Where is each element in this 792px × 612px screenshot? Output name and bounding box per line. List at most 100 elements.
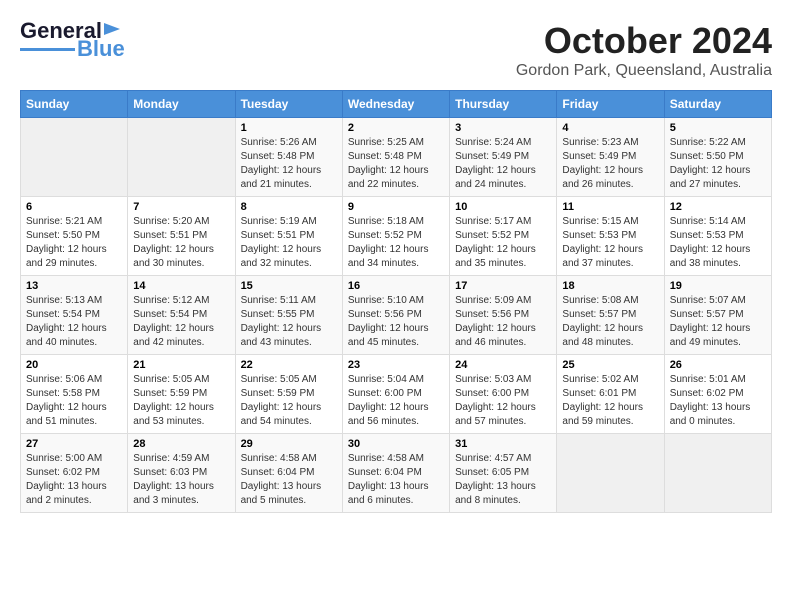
sunset-text: Sunset: 5:53 PM bbox=[562, 230, 636, 241]
daylight-text: Daylight: 12 hours and 40 minutes. bbox=[26, 323, 107, 348]
daylight-text: Daylight: 12 hours and 59 minutes. bbox=[562, 402, 643, 427]
daylight-text: Daylight: 13 hours and 6 minutes. bbox=[348, 481, 429, 506]
day-info: Sunrise: 5:17 AMSunset: 5:52 PMDaylight:… bbox=[455, 215, 551, 271]
day-info: Sunrise: 5:09 AMSunset: 5:56 PMDaylight:… bbox=[455, 294, 551, 350]
col-header-monday: Monday bbox=[128, 91, 235, 118]
sunrise-text: Sunrise: 5:04 AM bbox=[348, 374, 424, 385]
sunrise-text: Sunrise: 5:25 AM bbox=[348, 137, 424, 148]
day-cell: 14Sunrise: 5:12 AMSunset: 5:54 PMDayligh… bbox=[128, 276, 235, 355]
day-info: Sunrise: 5:15 AMSunset: 5:53 PMDaylight:… bbox=[562, 215, 658, 271]
day-cell: 21Sunrise: 5:05 AMSunset: 5:59 PMDayligh… bbox=[128, 355, 235, 434]
day-cell: 13Sunrise: 5:13 AMSunset: 5:54 PMDayligh… bbox=[21, 276, 128, 355]
daylight-text: Daylight: 12 hours and 24 minutes. bbox=[455, 165, 536, 190]
sunset-text: Sunset: 6:04 PM bbox=[241, 467, 315, 478]
sunrise-text: Sunrise: 5:22 AM bbox=[670, 137, 746, 148]
sunset-text: Sunset: 5:48 PM bbox=[348, 151, 422, 162]
day-cell: 24 Sunrise: 5:03 AMSunset: 6:00 PMDayligh… bbox=[450, 355, 557, 434]
day-cell: 3Sunrise: 5:24 AMSunset: 5:49 PMDaylight… bbox=[450, 118, 557, 197]
sunset-text: Sunset: 5:48 PM bbox=[241, 151, 315, 162]
sunrise-text: Sunrise: 5:14 AM bbox=[670, 216, 746, 227]
day-cell: 23Sunrise: 5:04 AMSunset: 6:00 PMDayligh… bbox=[342, 355, 449, 434]
daylight-text: Daylight: 12 hours and 21 minutes. bbox=[241, 165, 322, 190]
sunset-text: Sunset: 5:54 PM bbox=[26, 309, 100, 320]
daylight-text: Daylight: 12 hours and 32 minutes. bbox=[241, 244, 322, 269]
day-number: 24 bbox=[455, 359, 551, 371]
sunrise-text: Sunrise: 4:58 AM bbox=[241, 453, 317, 464]
day-cell: 16 Sunrise: 5:10 AM Sunset: 5:56 PM Dayligh… bbox=[342, 276, 449, 355]
daylight-text: Daylight: 13 hours and 5 minutes. bbox=[241, 481, 322, 506]
day-info: Sunrise: 5:21 AMSunset: 5:50 PMDaylight:… bbox=[26, 215, 122, 271]
sunset-text: Sunset: 5:50 PM bbox=[26, 230, 100, 241]
day-cell bbox=[21, 118, 128, 197]
day-info: Sunrise: 5:12 AMSunset: 5:54 PMDaylight:… bbox=[133, 294, 229, 350]
sunrise-text: Sunrise: 5:00 AM bbox=[26, 453, 102, 464]
day-cell: 19Sunrise: 5:07 AMSunset: 5:57 PMDayligh… bbox=[664, 276, 771, 355]
day-number: 1 bbox=[241, 122, 337, 134]
page-subtitle: Gordon Park, Queensland, Australia bbox=[516, 62, 772, 80]
day-number: 8 bbox=[241, 201, 337, 213]
sunrise-text: Sunrise: 5:18 AM bbox=[348, 216, 424, 227]
day-number: 15 bbox=[241, 280, 337, 292]
daylight-text: Daylight: 12 hours and 26 minutes. bbox=[562, 165, 643, 190]
sunset-text: Sunset: 5:52 PM bbox=[348, 230, 422, 241]
day-number: 18 bbox=[562, 280, 658, 292]
daylight-text: Daylight: 13 hours and 3 minutes. bbox=[133, 481, 214, 506]
day-number: 2 bbox=[348, 122, 444, 134]
day-number: 12 bbox=[670, 201, 766, 213]
day-cell: 2 Sunrise: 5:25 AM Sunset: 5:48 PM Daylight… bbox=[342, 118, 449, 197]
day-info: Sunrise: 4:58 AM Sunset: 6:04 PM Daylight:… bbox=[241, 452, 337, 508]
page-header: General Blue October 2024 Gordon Park, Q… bbox=[20, 20, 772, 80]
day-info: Sunrise: 5:19 AMSunset: 5:51 PMDaylight:… bbox=[241, 215, 337, 271]
sunset-text: Sunset: 5:54 PM bbox=[133, 309, 207, 320]
day-cell: 15 Sunrise: 5:11 AMSunset: 5:55 PMDayligh… bbox=[235, 276, 342, 355]
week-row-3: 13Sunrise: 5:13 AMSunset: 5:54 PMDayligh… bbox=[21, 276, 772, 355]
day-info: Sunrise: 5:14 AMSunset: 5:53 PMDaylight:… bbox=[670, 215, 766, 271]
day-info: Sunrise: 5:18 AMSunset: 5:52 PMDaylight:… bbox=[348, 215, 444, 271]
day-number: 19 bbox=[670, 280, 766, 292]
sunrise-text: Sunrise: 5:12 AM bbox=[133, 295, 209, 306]
day-number: 22 bbox=[241, 359, 337, 371]
header-row: SundayMondayTuesdayWednesdayThursdayFrid… bbox=[21, 91, 772, 118]
day-number: 26 bbox=[670, 359, 766, 371]
calendar-table: SundayMondayTuesdayWednesdayThursdayFrid… bbox=[20, 90, 772, 513]
day-info: Sunrise: 5:26 AM Sunset: 5:48 PM Daylight:… bbox=[241, 136, 337, 192]
day-number: 5 bbox=[670, 122, 766, 134]
day-cell: 27Sunrise: 5:00 AMSunset: 6:02 PMDayligh… bbox=[21, 434, 128, 513]
sunset-text: Sunset: 5:56 PM bbox=[348, 309, 422, 320]
sunrise-text: Sunrise: 5:10 AM bbox=[348, 295, 424, 306]
sunrise-text: Sunrise: 5:06 AM bbox=[26, 374, 102, 385]
day-info: Sunrise: 5:11 AMSunset: 5:55 PMDaylight:… bbox=[241, 294, 337, 350]
day-number: 17 bbox=[455, 280, 551, 292]
daylight-text: Daylight: 12 hours and 45 minutes. bbox=[348, 323, 429, 348]
col-header-saturday: Saturday bbox=[664, 91, 771, 118]
day-info: Sunrise: 5:25 AM Sunset: 5:48 PM Daylight:… bbox=[348, 136, 444, 192]
day-cell: 8 Sunrise: 5:19 AMSunset: 5:51 PMDaylight… bbox=[235, 197, 342, 276]
sunrise-text: Sunrise: 5:26 AM bbox=[241, 137, 317, 148]
day-cell bbox=[128, 118, 235, 197]
day-info: Sunrise: 5:03 AMSunset: 6:00 PMDaylight:… bbox=[455, 373, 551, 429]
day-cell: 18Sunrise: 5:08 AMSunset: 5:57 PMDayligh… bbox=[557, 276, 664, 355]
daylight-text: Daylight: 13 hours and 2 minutes. bbox=[26, 481, 107, 506]
sunset-text: Sunset: 5:52 PM bbox=[455, 230, 529, 241]
day-info: Sunrise: 5:23 AMSunset: 5:49 PMDaylight:… bbox=[562, 136, 658, 192]
sunset-text: Sunset: 5:53 PM bbox=[670, 230, 744, 241]
daylight-text: Daylight: 12 hours and 51 minutes. bbox=[26, 402, 107, 427]
day-info: Sunrise: 5:01 AMSunset: 6:02 PMDaylight:… bbox=[670, 373, 766, 429]
sunrise-text: Sunrise: 5:05 AM bbox=[133, 374, 209, 385]
week-row-1: 1 Sunrise: 5:26 AM Sunset: 5:48 PM Daylight… bbox=[21, 118, 772, 197]
sunset-text: Sunset: 5:56 PM bbox=[455, 309, 529, 320]
day-cell: 29Sunrise: 4:58 AMSunset: 6:04 PMDayligh… bbox=[235, 434, 342, 513]
daylight-text: Daylight: 12 hours and 22 minutes. bbox=[348, 165, 429, 190]
sunset-text: Sunset: 6:04 PM bbox=[348, 467, 422, 478]
sunrise-text: Sunrise: 5:02 AM bbox=[562, 374, 638, 385]
day-number: 25 bbox=[562, 359, 658, 371]
day-cell: 17 Sunrise: 5:09 AMSunset: 5:56 PMDayligh… bbox=[450, 276, 557, 355]
day-info: Sunrise: 5:10 AM Sunset: 5:56 PM Daylight:… bbox=[348, 294, 444, 350]
day-number: 23 bbox=[348, 359, 444, 371]
sunrise-text: Sunrise: 5:13 AM bbox=[26, 295, 102, 306]
sunset-text: Sunset: 5:57 PM bbox=[562, 309, 636, 320]
day-cell: 9Sunrise: 5:18 AMSunset: 5:52 PMDaylight… bbox=[342, 197, 449, 276]
day-cell: 28Sunrise: 4:59 AMSunset: 6:03 PMDayligh… bbox=[128, 434, 235, 513]
day-number: 16 bbox=[348, 280, 444, 292]
day-info: Sunrise: 5:24 AMSunset: 5:49 PMDaylight:… bbox=[455, 136, 551, 192]
